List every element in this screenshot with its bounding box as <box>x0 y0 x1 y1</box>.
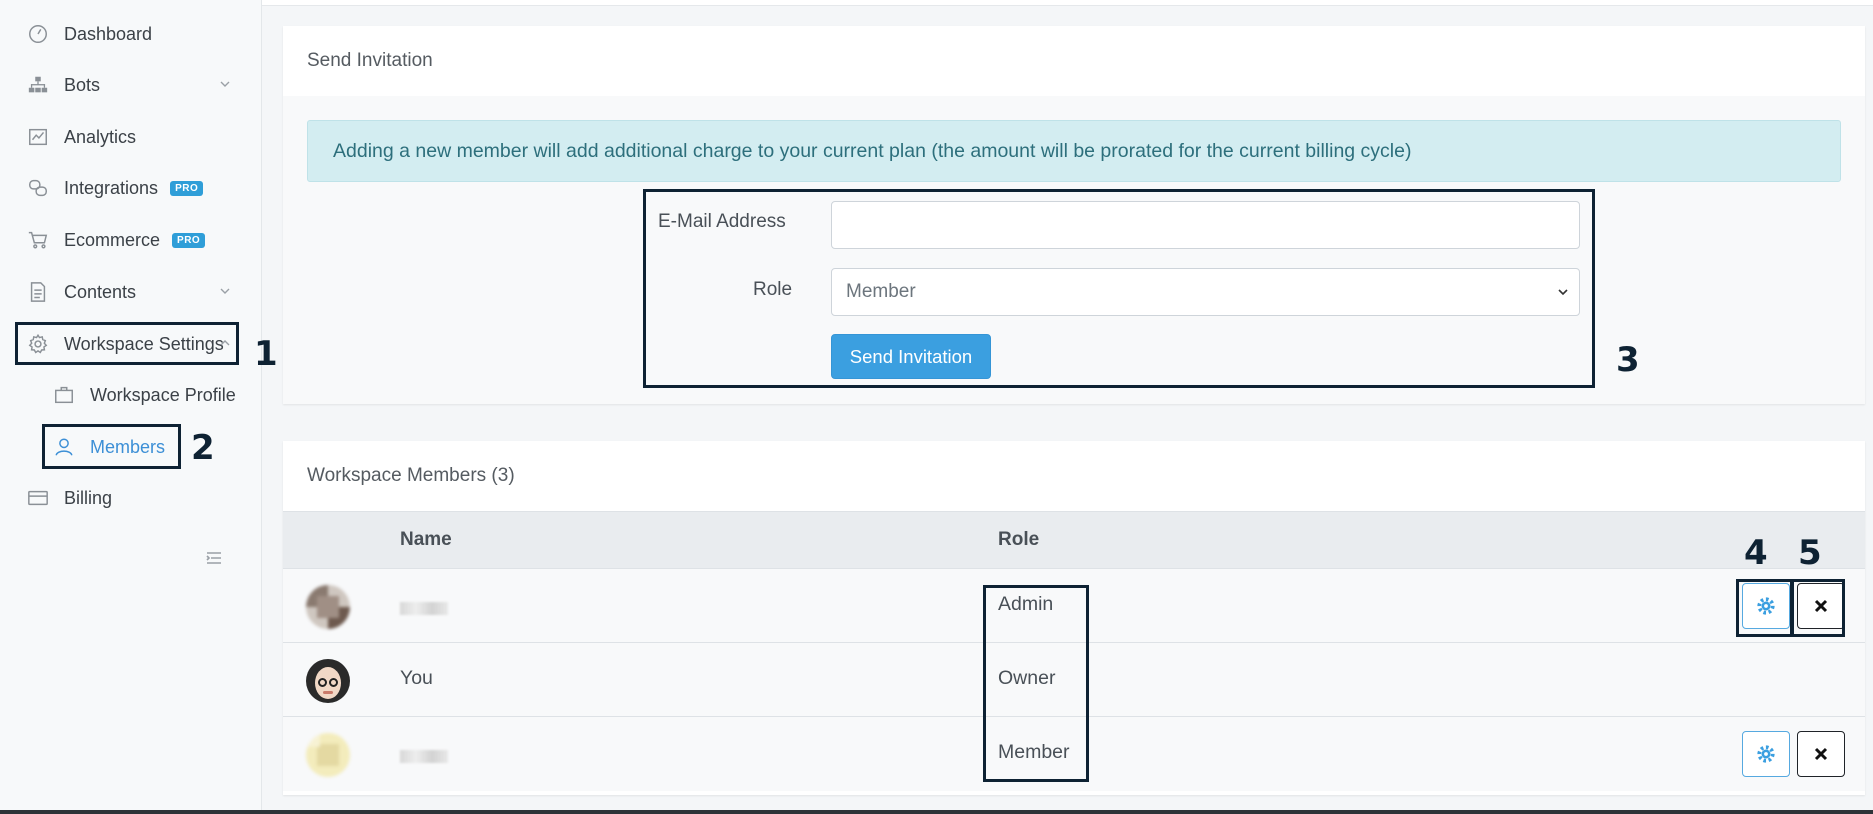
annotation-box-5 <box>1791 579 1845 637</box>
sidebar-item-label: Contents <box>64 281 137 302</box>
card-title: Workspace Members (3) <box>283 441 1865 511</box>
document-icon <box>24 281 52 303</box>
pro-badge: PRO <box>170 180 204 196</box>
cart-icon <box>24 229 52 251</box>
chevron-down-icon[interactable] <box>218 77 232 91</box>
billing-alert: Adding a new member will add additional … <box>307 120 1841 182</box>
sidebar-item-bots[interactable]: Bots <box>24 67 100 103</box>
annotation-label-5: 5 <box>1798 533 1822 573</box>
sidebar-item-analytics[interactable]: Analytics <box>24 119 136 155</box>
annotation-label-2: 2 <box>191 428 215 468</box>
dashboard-icon <box>24 23 52 45</box>
member-name-redacted <box>400 750 448 763</box>
sitemap-icon <box>24 74 52 96</box>
annotation-box-2 <box>42 424 181 469</box>
avatar <box>306 733 350 777</box>
annotation-box-3 <box>643 189 1595 388</box>
sidebar: Dashboard Bots Analytics Integrations PR… <box>0 0 262 814</box>
annotation-label-3: 3 <box>1616 340 1640 380</box>
briefcase-icon <box>50 384 78 406</box>
sidebar-item-label: Analytics <box>64 126 137 147</box>
sidebar-item-label: Ecommerce <box>64 229 161 250</box>
annotation-label-1: 1 <box>254 334 278 374</box>
gear-icon <box>1757 745 1775 763</box>
chevron-down-icon[interactable] <box>218 284 232 298</box>
column-header-name: Name <box>400 529 452 550</box>
sidebar-collapse-icon[interactable] <box>204 548 224 568</box>
sidebar-item-label: Billing <box>64 487 113 508</box>
sidebar-item-label: Integrations <box>64 177 159 198</box>
sidebar-item-billing[interactable]: Billing <box>24 480 112 516</box>
member-name: You <box>400 667 433 689</box>
annotation-box-1 <box>15 322 239 365</box>
sidebar-item-dashboard[interactable]: Dashboard <box>24 16 152 52</box>
avatar <box>306 659 350 703</box>
sidebar-item-integrations[interactable]: Integrations PRO <box>24 170 204 206</box>
table-header: Name Role <box>283 511 1865 569</box>
annotation-box-role-column <box>983 585 1089 782</box>
sidebar-item-label: Workspace Profile <box>90 384 236 405</box>
sidebar-item-label: Dashboard <box>64 23 153 44</box>
sidebar-item-contents[interactable]: Contents <box>24 274 136 310</box>
integrations-icon <box>24 177 52 199</box>
sidebar-item-label: Bots <box>64 74 101 95</box>
bottom-edge <box>0 810 1873 814</box>
sidebar-item-workspace-profile[interactable]: Workspace Profile <box>50 377 236 413</box>
annotation-label-4: 4 <box>1744 533 1768 573</box>
pro-badge: PRO <box>172 232 206 248</box>
member-name-redacted <box>400 602 448 615</box>
close-icon <box>1814 747 1828 761</box>
avatar <box>306 585 350 629</box>
edit-member-button[interactable] <box>1742 731 1790 777</box>
workspace-members-card: Workspace Members (3) Name Role Admin Yo… <box>283 441 1865 795</box>
card-title: Send Invitation <box>283 26 1865 96</box>
remove-member-button[interactable] <box>1797 731 1845 777</box>
alert-text: Adding a new member will add additional … <box>333 139 1412 162</box>
analytics-icon <box>24 126 52 148</box>
credit-card-icon <box>24 487 52 509</box>
top-bar <box>262 0 1873 6</box>
column-header-role: Role <box>998 529 1040 550</box>
send-invitation-card: Send Invitation Adding a new member will… <box>283 26 1865 404</box>
annotation-box-4 <box>1736 579 1793 637</box>
sidebar-item-ecommerce[interactable]: Ecommerce PRO <box>24 222 206 258</box>
